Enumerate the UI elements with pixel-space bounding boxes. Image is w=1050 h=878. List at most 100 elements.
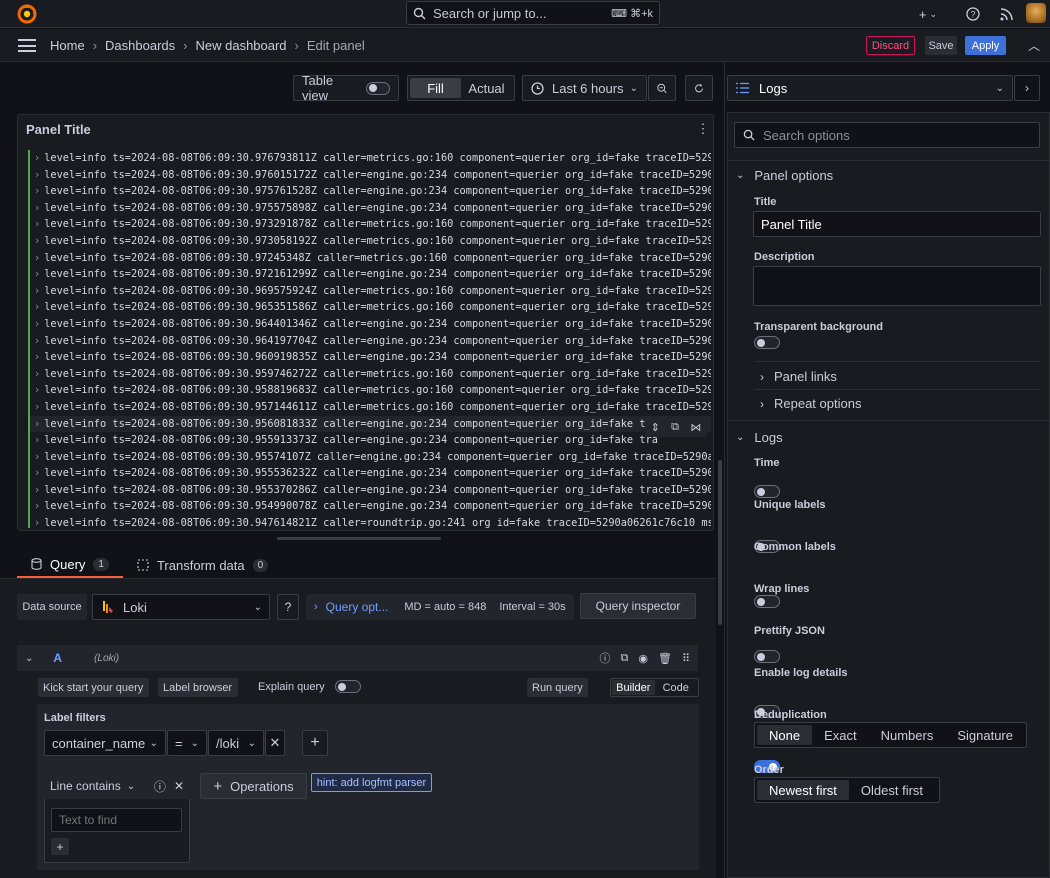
expand-chevron-icon[interactable]: › — [34, 351, 40, 363]
query-options-link[interactable]: Query opt... — [326, 600, 389, 614]
explain-query-switch[interactable] — [334, 680, 361, 693]
remove-filter-close-icon[interactable]: ✕ — [265, 730, 285, 756]
add-param-plus-icon[interactable]: + — [51, 838, 69, 855]
query-options[interactable]: › Query opt... MD = auto = 848 Interval … — [306, 594, 574, 620]
log-line[interactable]: › level=info ts=2024-08-08T06:09:30.95553… — [28, 465, 711, 482]
visualization-picker[interactable]: Logs ⌄ — [727, 75, 1013, 101]
dedup-signature[interactable]: Signature — [945, 725, 1025, 745]
actual-option[interactable]: Actual — [461, 78, 512, 98]
text-to-find-input[interactable] — [51, 808, 182, 832]
wrap-lines-switch[interactable] — [754, 650, 780, 663]
expand-chevron-icon[interactable]: › — [34, 235, 40, 247]
expand-chevron-icon[interactable]: › — [34, 418, 40, 430]
panel-options-header[interactable]: ⌄ Panel options — [736, 168, 833, 183]
builder-mode[interactable]: Builder — [612, 680, 655, 695]
info-icon[interactable]: ⓘ — [154, 778, 166, 795]
log-line[interactable]: › level=info ts=2024-08-08T06:09:30.97679… — [28, 150, 711, 167]
add-filter-plus-icon[interactable]: + — [302, 730, 328, 756]
time-switch[interactable] — [754, 485, 780, 498]
expand-chevron-icon[interactable]: › — [34, 517, 40, 528]
log-line[interactable]: › level=info ts=2024-08-08T06:09:30.96440… — [28, 315, 711, 333]
dedup-numbers[interactable]: Numbers — [869, 725, 946, 745]
copy-icon[interactable]: ⧉ — [671, 421, 679, 434]
apply-button[interactable]: Apply — [965, 36, 1006, 55]
expand-chevron-icon[interactable]: › — [34, 285, 40, 297]
user-avatar[interactable] — [1026, 3, 1046, 23]
log-line[interactable]: › level=info ts=2024-08-08T06:09:30.94761… — [28, 515, 711, 528]
tab-transform[interactable]: Transform data 0 — [123, 552, 282, 578]
expand-context-icon[interactable]: ⇕ — [651, 421, 660, 434]
expand-chevron-icon[interactable]: › — [34, 318, 40, 330]
search-bar[interactable]: Search or jump to... ⌨ ⌘+k — [406, 1, 660, 25]
zoom-out-button[interactable] — [648, 75, 676, 101]
options-search-input[interactable]: Search options — [734, 122, 1040, 148]
expand-chevron-icon[interactable]: › — [34, 252, 40, 264]
panel-links-header[interactable]: › Panel links — [760, 369, 837, 384]
expand-chevron-icon[interactable]: › — [34, 484, 40, 496]
expand-chevron-icon[interactable]: › — [34, 218, 40, 230]
breadcrumb-new-dashboard[interactable]: New dashboard — [195, 38, 286, 53]
breadcrumb-dashboards[interactable]: Dashboards — [105, 38, 175, 53]
expand-chevron-icon[interactable]: › — [34, 301, 40, 313]
order-newest[interactable]: Newest first — [757, 780, 849, 800]
description-textarea[interactable] — [753, 266, 1041, 306]
log-line[interactable]: › level=info ts=2024-08-08T06:09:30.97601… — [28, 166, 711, 184]
expand-chevron-icon[interactable]: › — [34, 451, 40, 463]
log-line[interactable]: › level=info ts=2024-08-08T06:09:30.97216… — [28, 266, 711, 283]
log-line[interactable]: › level=info ts=2024-08-08T06:09:30.95537… — [28, 481, 711, 499]
label-browser-button[interactable]: Label browser — [158, 678, 238, 697]
transparent-bg-switch[interactable] — [754, 336, 780, 349]
scrollbar[interactable] — [718, 460, 722, 625]
chevron-right-icon[interactable]: › — [1014, 75, 1040, 101]
share-icon[interactable]: ⋈ — [690, 421, 701, 434]
expand-chevron-icon[interactable]: › — [34, 268, 40, 280]
run-query-button[interactable]: Run query — [527, 678, 588, 697]
trash-icon[interactable]: 🗑 — [658, 652, 672, 665]
save-button[interactable]: Save — [925, 36, 957, 55]
log-line[interactable]: › level=info ts=2024-08-08T06:09:30.96957… — [28, 282, 711, 300]
log-line[interactable]: › level=info ts=2024-08-08T06:09:30.97557… — [28, 199, 711, 217]
label-value-select[interactable]: /loki ⌄ — [208, 730, 264, 756]
log-line[interactable]: › level=info ts=2024-08-08T06:09:30.95499… — [28, 498, 711, 516]
menu-hamburger-icon[interactable] — [18, 39, 36, 52]
log-line[interactable]: › level=info ts=2024-08-08T06:09:30.95574… — [28, 448, 711, 466]
log-line[interactable]: › level=info ts=2024-08-08T06:09:30.97576… — [28, 183, 711, 200]
dedup-exact[interactable]: Exact — [812, 725, 869, 745]
eye-icon[interactable]: ◉ — [638, 652, 648, 665]
breadcrumb-home[interactable]: Home — [50, 38, 85, 53]
dedup-none[interactable]: None — [757, 725, 813, 745]
explain-query-toggle[interactable]: Explain query — [258, 680, 361, 693]
tab-query[interactable]: Query 1 — [17, 552, 123, 578]
table-view-switch[interactable] — [366, 81, 390, 95]
operations-button[interactable]: + Operations — [200, 773, 307, 799]
expand-chevron-icon[interactable]: › — [34, 202, 40, 214]
discard-button[interactable]: Discard — [866, 36, 915, 55]
new-plus-icon[interactable]: + ⌄ — [914, 4, 942, 24]
log-line[interactable]: › level=info ts=2024-08-08T06:09:30.95591… — [28, 432, 711, 449]
log-line[interactable]: › level=info ts=2024-08-08T06:09:30.95714… — [28, 398, 711, 416]
log-line[interactable]: › level=info ts=2024-08-08T06:09:30.97245… — [28, 249, 711, 267]
log-line[interactable]: › level=info ts=2024-08-08T06:09:30.95974… — [28, 365, 711, 383]
expand-chevron-icon[interactable]: › — [34, 401, 40, 413]
expand-chevron-icon[interactable]: › — [34, 335, 40, 347]
expand-chevron-icon[interactable]: › — [34, 169, 40, 181]
grafana-logo-icon[interactable] — [16, 3, 38, 25]
collapse-chevron-icon[interactable]: ⌄ — [25, 653, 33, 664]
repeat-options-header[interactable]: › Repeat options — [760, 396, 861, 411]
expand-chevron-icon[interactable]: › — [34, 434, 40, 446]
panel-menu-icon[interactable]: ⋮ — [696, 121, 710, 137]
operation-name[interactable]: Line contains — [50, 779, 121, 793]
drag-handle-icon[interactable]: ⠿ — [682, 652, 690, 665]
news-rss-icon[interactable] — [996, 4, 1016, 24]
log-line[interactable]: › level=info ts=2024-08-08T06:09:30.96091… — [28, 349, 711, 366]
label-operator-select[interactable]: = ⌄ — [167, 730, 207, 756]
refresh-button[interactable] — [685, 75, 713, 101]
order-oldest[interactable]: Oldest first — [849, 780, 935, 800]
close-icon[interactable]: ✕ — [174, 779, 184, 793]
expand-chevron-icon[interactable]: › — [34, 152, 40, 164]
duplicate-icon[interactable]: ⧉ — [621, 652, 629, 665]
data-source-help-icon[interactable]: ? — [277, 594, 299, 620]
expand-chevron-icon[interactable]: › — [34, 185, 40, 197]
title-input[interactable] — [753, 211, 1041, 237]
panel-resize-handle[interactable] — [277, 537, 441, 540]
